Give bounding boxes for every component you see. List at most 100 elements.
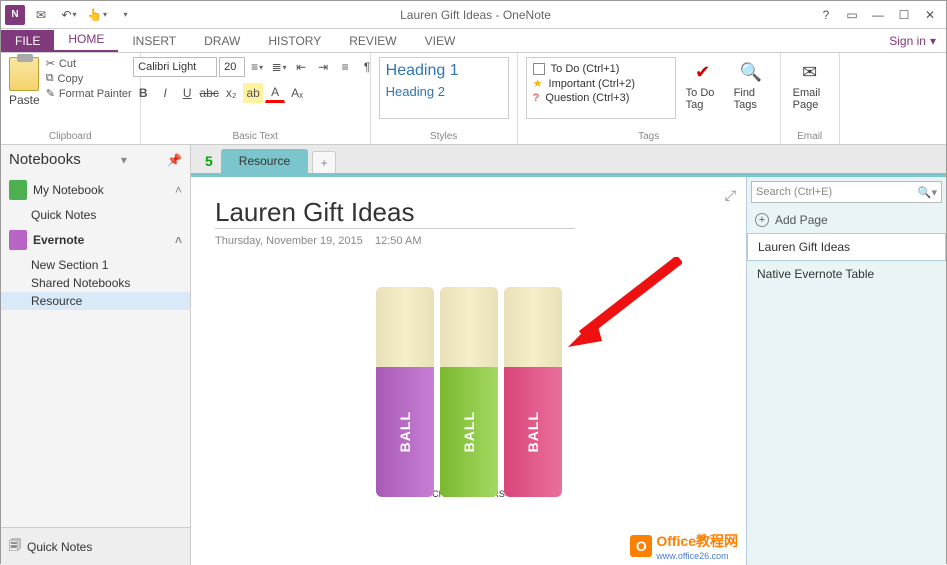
checkmark-icon: ✔ <box>690 59 716 85</box>
group-email: ✉Email Page Email <box>781 53 840 144</box>
fullscreen-icon[interactable]: ⤢ <box>725 187 736 204</box>
subscript-button[interactable]: x₂ <box>221 83 241 103</box>
bullets-button[interactable]: ≡▾ <box>247 57 267 77</box>
page-title[interactable]: Lauren Gift Ideas <box>215 197 575 229</box>
chevron-up-icon: ˄ <box>175 183 182 197</box>
tab-view[interactable]: VIEW <box>411 30 470 52</box>
highlight-button[interactable]: ab <box>243 83 263 103</box>
pin-icon[interactable]: 📌 <box>167 153 182 167</box>
window-title: Lauren Gift Ideas - OneNote <box>137 8 814 22</box>
annotation-arrow-icon <box>562 257 682 357</box>
search-input[interactable]: Search (Ctrl+E)🔍▾ <box>751 181 942 203</box>
tag-important[interactable]: ★Important (Ctrl+2) <box>533 76 669 91</box>
ribbon-tabs: FILE HOME INSERT DRAW HISTORY REVIEW VIE… <box>1 29 946 53</box>
notebook-icon <box>9 180 27 200</box>
minimize-button[interactable]: — <box>866 5 890 25</box>
close-button[interactable]: ✕ <box>918 5 942 25</box>
titlebar: N ✉ ↶▾ 👆▾ ▾ Lauren Gift Ideas - OneNote … <box>1 1 946 29</box>
italic-button[interactable]: I <box>155 83 175 103</box>
font-color-button[interactable]: A <box>265 83 285 103</box>
tab-history[interactable]: HISTORY <box>254 30 335 52</box>
notebook-evernote[interactable]: Evernote ˄ <box>1 224 190 256</box>
add-section-button[interactable]: + <box>312 151 336 173</box>
clear-format-button[interactable]: Aₓ <box>287 83 307 103</box>
strike-button[interactable]: abc <box>199 83 219 103</box>
chevron-up-icon: ˄ <box>175 233 182 247</box>
group-label-styles: Styles <box>430 129 457 142</box>
section-shared-notebooks[interactable]: Shared Notebooks <box>1 274 190 292</box>
search-icon: 🔍▾ <box>918 186 937 199</box>
scissors-icon <box>46 57 55 70</box>
notebooks-sidebar: Notebooks ▾ 📌 My Notebook ˄ Quick Notes … <box>1 145 191 565</box>
copy-icon <box>46 72 54 85</box>
question-icon: ? <box>533 92 540 104</box>
style-heading2[interactable]: Heading 2 <box>386 82 502 101</box>
pages-panel: Search (Ctrl+E)🔍▾ + Add Page Lauren Gift… <box>746 177 946 565</box>
tab-insert[interactable]: INSERT <box>118 30 190 52</box>
tab-home[interactable]: HOME <box>54 28 118 52</box>
qat-send-icon[interactable]: ✉ <box>29 5 53 25</box>
page-image[interactable]: BALL BALL BALL <box>215 287 722 497</box>
page-item-lauren[interactable]: Lauren Gift Ideas <box>747 233 946 261</box>
page-date: Thursday, November 19, 2015 12:50 AM <box>215 235 722 247</box>
underline-button[interactable]: U <box>177 83 197 103</box>
qat-undo-icon[interactable]: ↶▾ <box>57 5 81 25</box>
main-area: 5 Resource + ⤢ Lauren Gift Ideas Thursda… <box>191 145 946 565</box>
paste-icon <box>9 57 39 91</box>
quick-notes-icon: 🗐 <box>9 536 21 557</box>
todo-tag-button[interactable]: ✔To Do Tag <box>682 57 724 113</box>
section-tabs: 5 Resource + <box>191 145 946 173</box>
font-size-select[interactable]: 20 <box>219 57 245 77</box>
numbering-button[interactable]: ≣▾ <box>269 57 289 77</box>
onenote-app-icon[interactable]: N <box>5 5 25 25</box>
indent-button[interactable]: ⇥ <box>313 57 333 77</box>
qat-customize-icon[interactable]: ▾ <box>113 5 137 25</box>
section-tab-resource[interactable]: Resource <box>221 149 308 173</box>
search-icon: 🔍 <box>738 59 764 85</box>
tag-todo[interactable]: To Do (Ctrl+1) <box>533 62 669 76</box>
qat-touch-icon[interactable]: 👆▾ <box>85 5 109 25</box>
notebook-my-notebook[interactable]: My Notebook ˄ <box>1 174 190 206</box>
page-canvas[interactable]: ⤢ Lauren Gift Ideas Thursday, November 1… <box>191 177 746 565</box>
format-painter-button[interactable]: Format Painter <box>46 87 132 100</box>
tab-review[interactable]: REVIEW <box>335 30 410 52</box>
tag-question[interactable]: ?Question (Ctrl+3) <box>533 91 669 105</box>
bold-button[interactable]: B <box>133 83 153 103</box>
outdent-button[interactable]: ⇤ <box>291 57 311 77</box>
align-button[interactable]: ≡ <box>335 57 355 77</box>
group-clipboard: Paste Cut Copy Format Painter Clipboard <box>1 53 141 144</box>
find-tags-button[interactable]: 🔍Find Tags <box>730 57 772 113</box>
group-tags: To Do (Ctrl+1) ★Important (Ctrl+2) ?Ques… <box>518 53 781 144</box>
paste-button[interactable]: Paste <box>9 57 40 107</box>
section-resource[interactable]: Resource <box>1 292 190 310</box>
section-quick-notes[interactable]: Quick Notes <box>1 206 190 224</box>
group-label-basictext: Basic Text <box>232 129 277 142</box>
font-name-select[interactable]: Calibri Light <box>133 57 217 77</box>
style-heading1[interactable]: Heading 1 <box>386 60 502 82</box>
sidebar-dropdown-icon[interactable]: ▾ <box>121 153 127 167</box>
group-label-tags: Tags <box>638 129 659 142</box>
group-label-clipboard: Clipboard <box>49 129 92 142</box>
page-item-native-evernote[interactable]: Native Evernote Table <box>747 261 946 288</box>
group-styles: Heading 1 Heading 2 Styles <box>371 53 518 144</box>
help-icon[interactable]: ? <box>814 5 838 25</box>
email-icon: ✉ <box>797 59 823 85</box>
tab-file[interactable]: FILE <box>1 30 54 52</box>
styles-gallery[interactable]: Heading 1 Heading 2 <box>379 57 509 119</box>
watermark: O Office教程网www.office26.com <box>630 531 738 561</box>
maximize-button[interactable]: ☐ <box>892 5 916 25</box>
star-icon: ★ <box>533 77 543 90</box>
ribbon-options-icon[interactable]: ▭ <box>840 5 864 25</box>
tab-draw[interactable]: DRAW <box>190 30 254 52</box>
email-page-button[interactable]: ✉Email Page <box>789 57 831 113</box>
cut-button[interactable]: Cut <box>46 57 132 70</box>
tags-gallery[interactable]: To Do (Ctrl+1) ★Important (Ctrl+2) ?Ques… <box>526 57 676 119</box>
notebook-icon <box>9 230 27 250</box>
page-number-badge: 5 <box>205 153 213 169</box>
sign-in-link[interactable]: Sign in ▾ <box>879 30 946 52</box>
add-page-button[interactable]: + Add Page <box>747 207 946 233</box>
quick-notes-footer[interactable]: 🗐 Quick Notes <box>1 527 190 565</box>
watermark-icon: O <box>630 535 652 557</box>
copy-button[interactable]: Copy <box>46 72 132 85</box>
section-new-section-1[interactable]: New Section 1 <box>1 256 190 274</box>
